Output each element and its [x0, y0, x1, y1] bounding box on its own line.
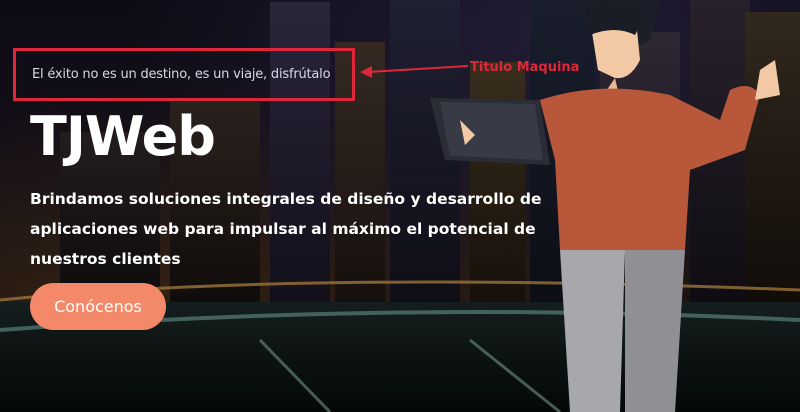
- conocenos-button[interactable]: Conócenos: [30, 283, 166, 330]
- annotation-arrow-icon: [360, 65, 469, 78]
- tagline-box: El éxito no es un destino, es un viaje, …: [13, 48, 355, 101]
- brand-title: TJWeb: [30, 105, 216, 168]
- annotation-label: Titulo Maquina: [470, 60, 580, 75]
- hero-description: Brindamos soluciones integrales de diseñ…: [30, 190, 542, 268]
- tagline-text: El éxito no es un destino, es un viaje, …: [32, 67, 331, 82]
